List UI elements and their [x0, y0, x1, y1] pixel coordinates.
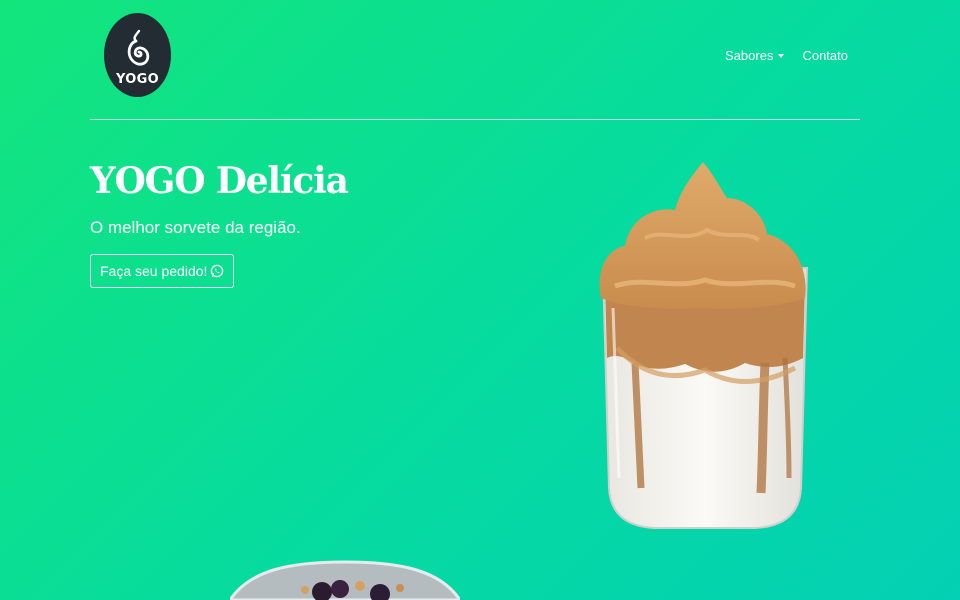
- brand-logo[interactable]: YOGO: [104, 13, 171, 97]
- header-divider: [90, 119, 860, 120]
- hero-subtitle: O melhor sorvete da região.: [90, 218, 301, 237]
- nav-contato[interactable]: Contato: [802, 48, 848, 63]
- nav-contato-label: Contato: [802, 48, 848, 63]
- logo-text: YOGO: [116, 71, 159, 87]
- order-button-label: Faça seu pedido!: [100, 263, 208, 279]
- main-nav: Sabores Contato: [725, 48, 848, 63]
- swirl-icon: [127, 29, 149, 65]
- bowl-image: [230, 560, 460, 600]
- product-image: [599, 162, 809, 529]
- nav-sabores[interactable]: Sabores: [725, 48, 785, 63]
- nav-sabores-label: Sabores: [725, 48, 774, 63]
- whatsapp-icon: [211, 264, 224, 278]
- order-button[interactable]: Faça seu pedido!: [90, 254, 235, 288]
- chevron-down-icon: [778, 53, 785, 58]
- hero-title: YOGO Delícia: [90, 160, 349, 202]
